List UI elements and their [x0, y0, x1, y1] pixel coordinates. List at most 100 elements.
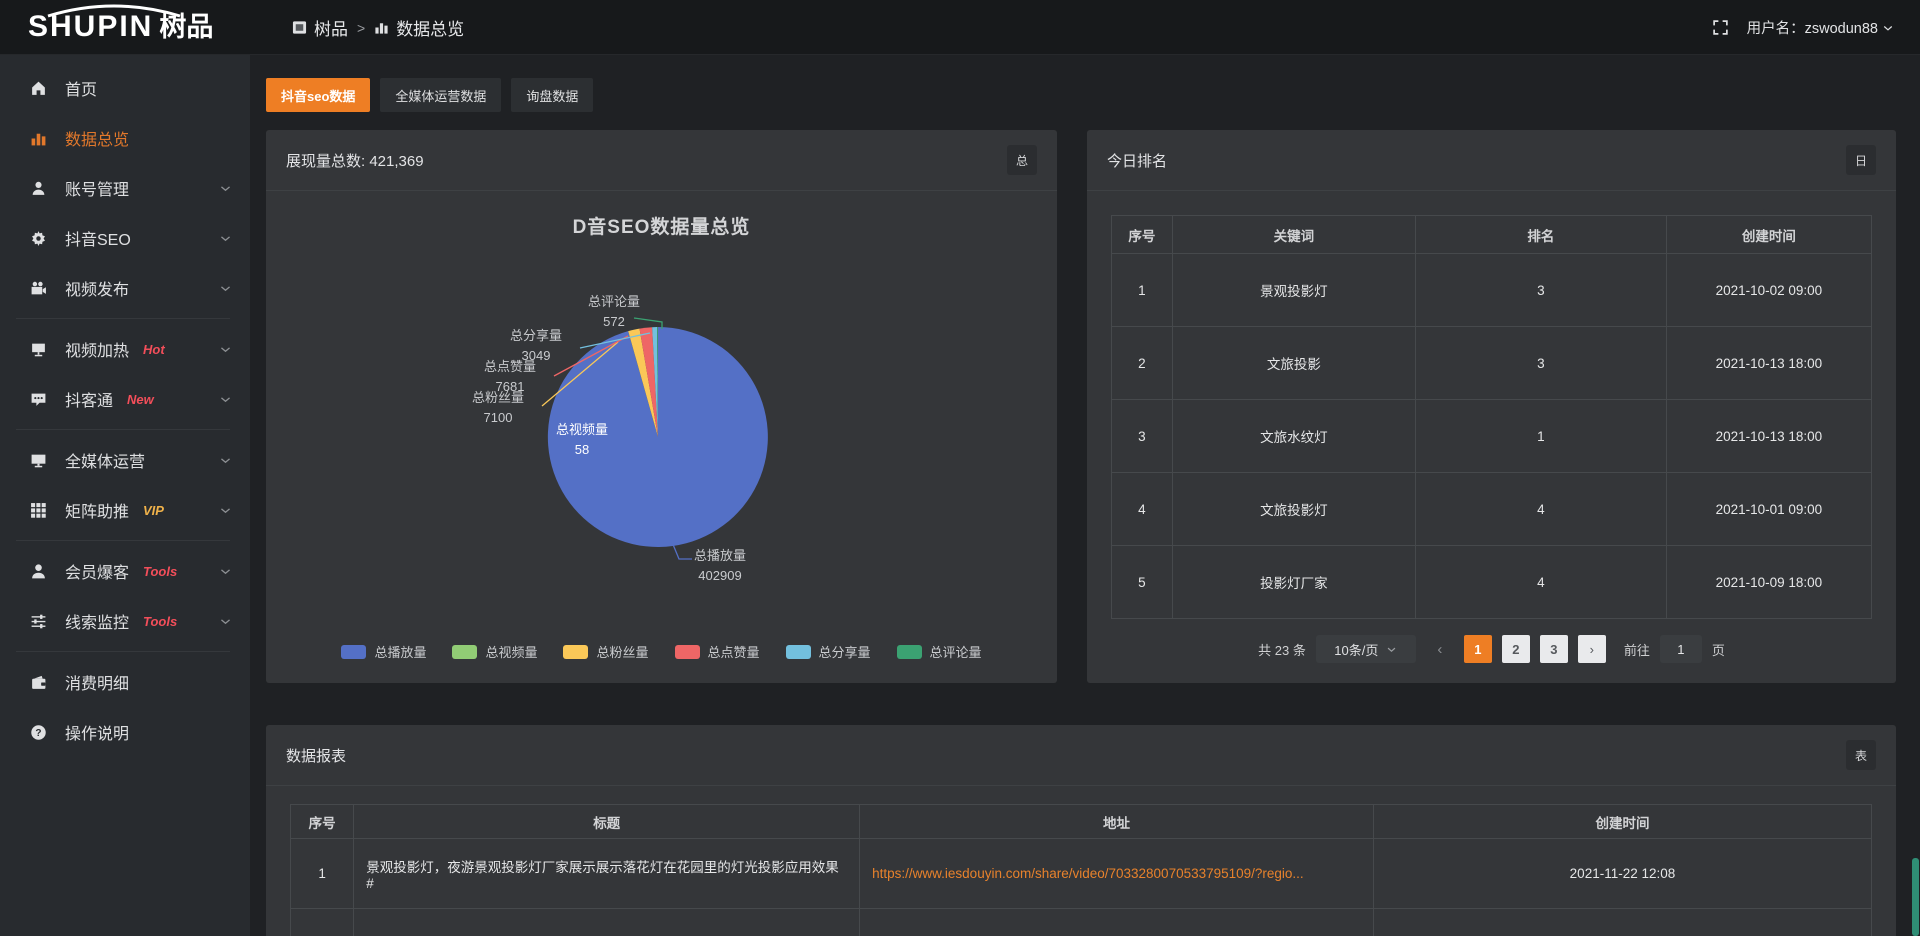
ranking-cell: 2	[1112, 327, 1173, 400]
chart-legend: 总播放量 总视频量 总粉丝量 总点赞量 总分享量 总评论量	[266, 642, 1057, 661]
report-link[interactable]: https://www.iesdouyin.com/share/video/70…	[872, 866, 1304, 881]
sidebar-item-member-burst[interactable]: 会员爆客 Tools	[0, 546, 250, 596]
breadcrumb-current[interactable]: 数据总览	[374, 15, 464, 40]
app-logo[interactable]: SHUPIN 树品	[28, 7, 213, 47]
chevron-down-icon	[219, 182, 232, 195]
ranking-cell: 投影灯厂家	[1172, 546, 1415, 619]
sidebar-item-media-ops[interactable]: 全媒体运营	[0, 435, 250, 485]
overview-badge[interactable]: 总	[1007, 145, 1037, 175]
ranking-cell: 4	[1415, 473, 1666, 546]
sidebar-item-badge: VIP	[143, 503, 164, 518]
tab-douyin-seo-data[interactable]: 抖音seo数据	[266, 78, 370, 112]
sidebar-item-badge: Tools	[143, 564, 177, 579]
legend-swatch	[452, 645, 477, 659]
sidebar-item-home[interactable]: 首页	[0, 63, 250, 113]
legend-label: 总评论量	[930, 642, 982, 661]
sidebar-item-help[interactable]: ?操作说明	[0, 707, 250, 757]
report-cell-title: 景观投影灯，夜游景观投影灯厂家展示展示落花灯在花园里的灯光投影应用效果 #	[354, 839, 860, 909]
ranking-cell: 1	[1112, 254, 1173, 327]
legend-swatch	[563, 645, 588, 659]
page-button-2[interactable]: 2	[1502, 635, 1530, 663]
user-icon	[30, 180, 50, 197]
legend-item-总播放量[interactable]: 总播放量	[341, 642, 426, 661]
legend-item-总分享量[interactable]: 总分享量	[786, 642, 871, 661]
sidebar-item-badge: Hot	[143, 342, 165, 357]
chevron-down-icon	[219, 282, 232, 295]
report-badge[interactable]: 表	[1846, 740, 1876, 770]
legend-label: 总粉丝量	[596, 642, 648, 661]
legend-item-总视频量[interactable]: 总视频量	[452, 642, 537, 661]
tab-inquiry-data[interactable]: 询盘数据	[511, 78, 593, 112]
wallet-icon	[30, 674, 50, 691]
ranking-cell: 3	[1415, 327, 1666, 400]
legend-item-总粉丝量[interactable]: 总粉丝量	[563, 642, 648, 661]
sidebar-item-label: 首页	[65, 76, 97, 100]
report-column-header: 序号	[291, 805, 354, 839]
user-label: 用户名：zswodun88	[1747, 17, 1878, 38]
sidebar-item-clue-monitor[interactable]: 线索监控Tools	[0, 596, 250, 646]
legend-label: 总视频量	[485, 642, 537, 661]
sidebar-item-overview[interactable]: 数据总览	[0, 113, 250, 163]
chat-icon	[30, 391, 50, 408]
page-button-1[interactable]: 1	[1464, 635, 1492, 663]
sidebar-item-video-publish[interactable]: 视频发布	[0, 263, 250, 313]
ranking-column-header: 排名	[1415, 216, 1666, 254]
square-icon	[292, 20, 307, 35]
legend-item-总点赞量[interactable]: 总点赞量	[675, 642, 760, 661]
breadcrumb-current-label: 数据总览	[396, 15, 464, 40]
sidebar-item-label: 矩阵助推	[65, 498, 129, 522]
sidebar-item-label: 线索监控	[65, 609, 129, 633]
grid-icon	[30, 502, 50, 519]
fullscreen-icon[interactable]	[1712, 19, 1729, 36]
chevron-down-icon	[1386, 644, 1397, 655]
ranking-cell: 2021-10-01 09:00	[1666, 473, 1871, 546]
pie-chart[interactable]	[266, 192, 1057, 683]
sidebar-item-account[interactable]: 账号管理	[0, 163, 250, 213]
overview-panel-title: 展现量总数: 421,369	[266, 130, 1057, 191]
report-panel-title: 数据报表	[266, 725, 1896, 786]
legend-label: 总分享量	[819, 642, 871, 661]
legend-swatch	[675, 645, 700, 659]
legend-item-总评论量[interactable]: 总评论量	[897, 642, 982, 661]
sidebar-item-douyin-seo[interactable]: 抖音SEO	[0, 213, 250, 263]
sidebar-item-matrix-boost[interactable]: 矩阵助推 VIP	[0, 485, 250, 535]
tab-media-ops-data[interactable]: 全媒体运营数据	[380, 78, 501, 112]
ranking-cell: 3	[1415, 254, 1666, 327]
prev-page-button[interactable]: ‹	[1426, 635, 1454, 663]
scrollbar-thumb[interactable]	[1912, 858, 1919, 936]
ranking-cell: 文旅水纹灯	[1172, 400, 1415, 473]
video-heat-icon	[30, 341, 50, 358]
sidebar-divider	[16, 540, 230, 541]
ranking-cell: 1	[1415, 400, 1666, 473]
table-row: 4文旅投影灯42021-10-01 09:00	[1112, 473, 1872, 546]
ranking-panel-title: 今日排名	[1087, 130, 1896, 191]
goto-suffix: 页	[1712, 640, 1725, 659]
sidebar-item-doukeTong[interactable]: 抖客通New	[0, 374, 250, 424]
monitor-icon	[30, 452, 50, 469]
user-menu[interactable]: 用户名：zswodun88	[1747, 17, 1894, 38]
next-page-button[interactable]: ›	[1578, 635, 1606, 663]
sidebar-item-label: 会员爆客	[65, 559, 129, 583]
table-row: 2文旅投影32021-10-13 18:00	[1112, 327, 1872, 400]
video-camera-icon	[30, 280, 50, 297]
ranking-cell: 2021-10-13 18:00	[1666, 327, 1871, 400]
sidebar-item-consume-detail[interactable]: 消费明细	[0, 657, 250, 707]
sidebar-divider	[16, 318, 230, 319]
goto-page-input[interactable]	[1660, 635, 1702, 663]
chevron-down-icon	[219, 615, 232, 628]
page-size-select[interactable]: 10条/页	[1316, 635, 1416, 663]
table-row: 5投影灯厂家42021-10-09 18:00	[1112, 546, 1872, 619]
report-column-header: 标题	[354, 805, 860, 839]
legend-swatch	[897, 645, 922, 659]
page-button-3[interactable]: 3	[1540, 635, 1568, 663]
sidebar: 首页数据总览账号管理抖音SEO视频发布视频加热Hot抖客通New全媒体运营矩阵助…	[0, 55, 250, 936]
report-column-header: 创建时间	[1373, 805, 1871, 839]
ranking-badge[interactable]: 日	[1846, 145, 1876, 175]
sidebar-item-video-heat[interactable]: 视频加热Hot	[0, 324, 250, 374]
chevron-down-icon	[219, 454, 232, 467]
sidebar-item-label: 抖音SEO	[65, 226, 131, 250]
member-icon	[30, 563, 50, 580]
home-icon	[30, 80, 50, 97]
breadcrumb-root[interactable]: 树品	[292, 15, 348, 40]
ranking-cell: 3	[1112, 400, 1173, 473]
